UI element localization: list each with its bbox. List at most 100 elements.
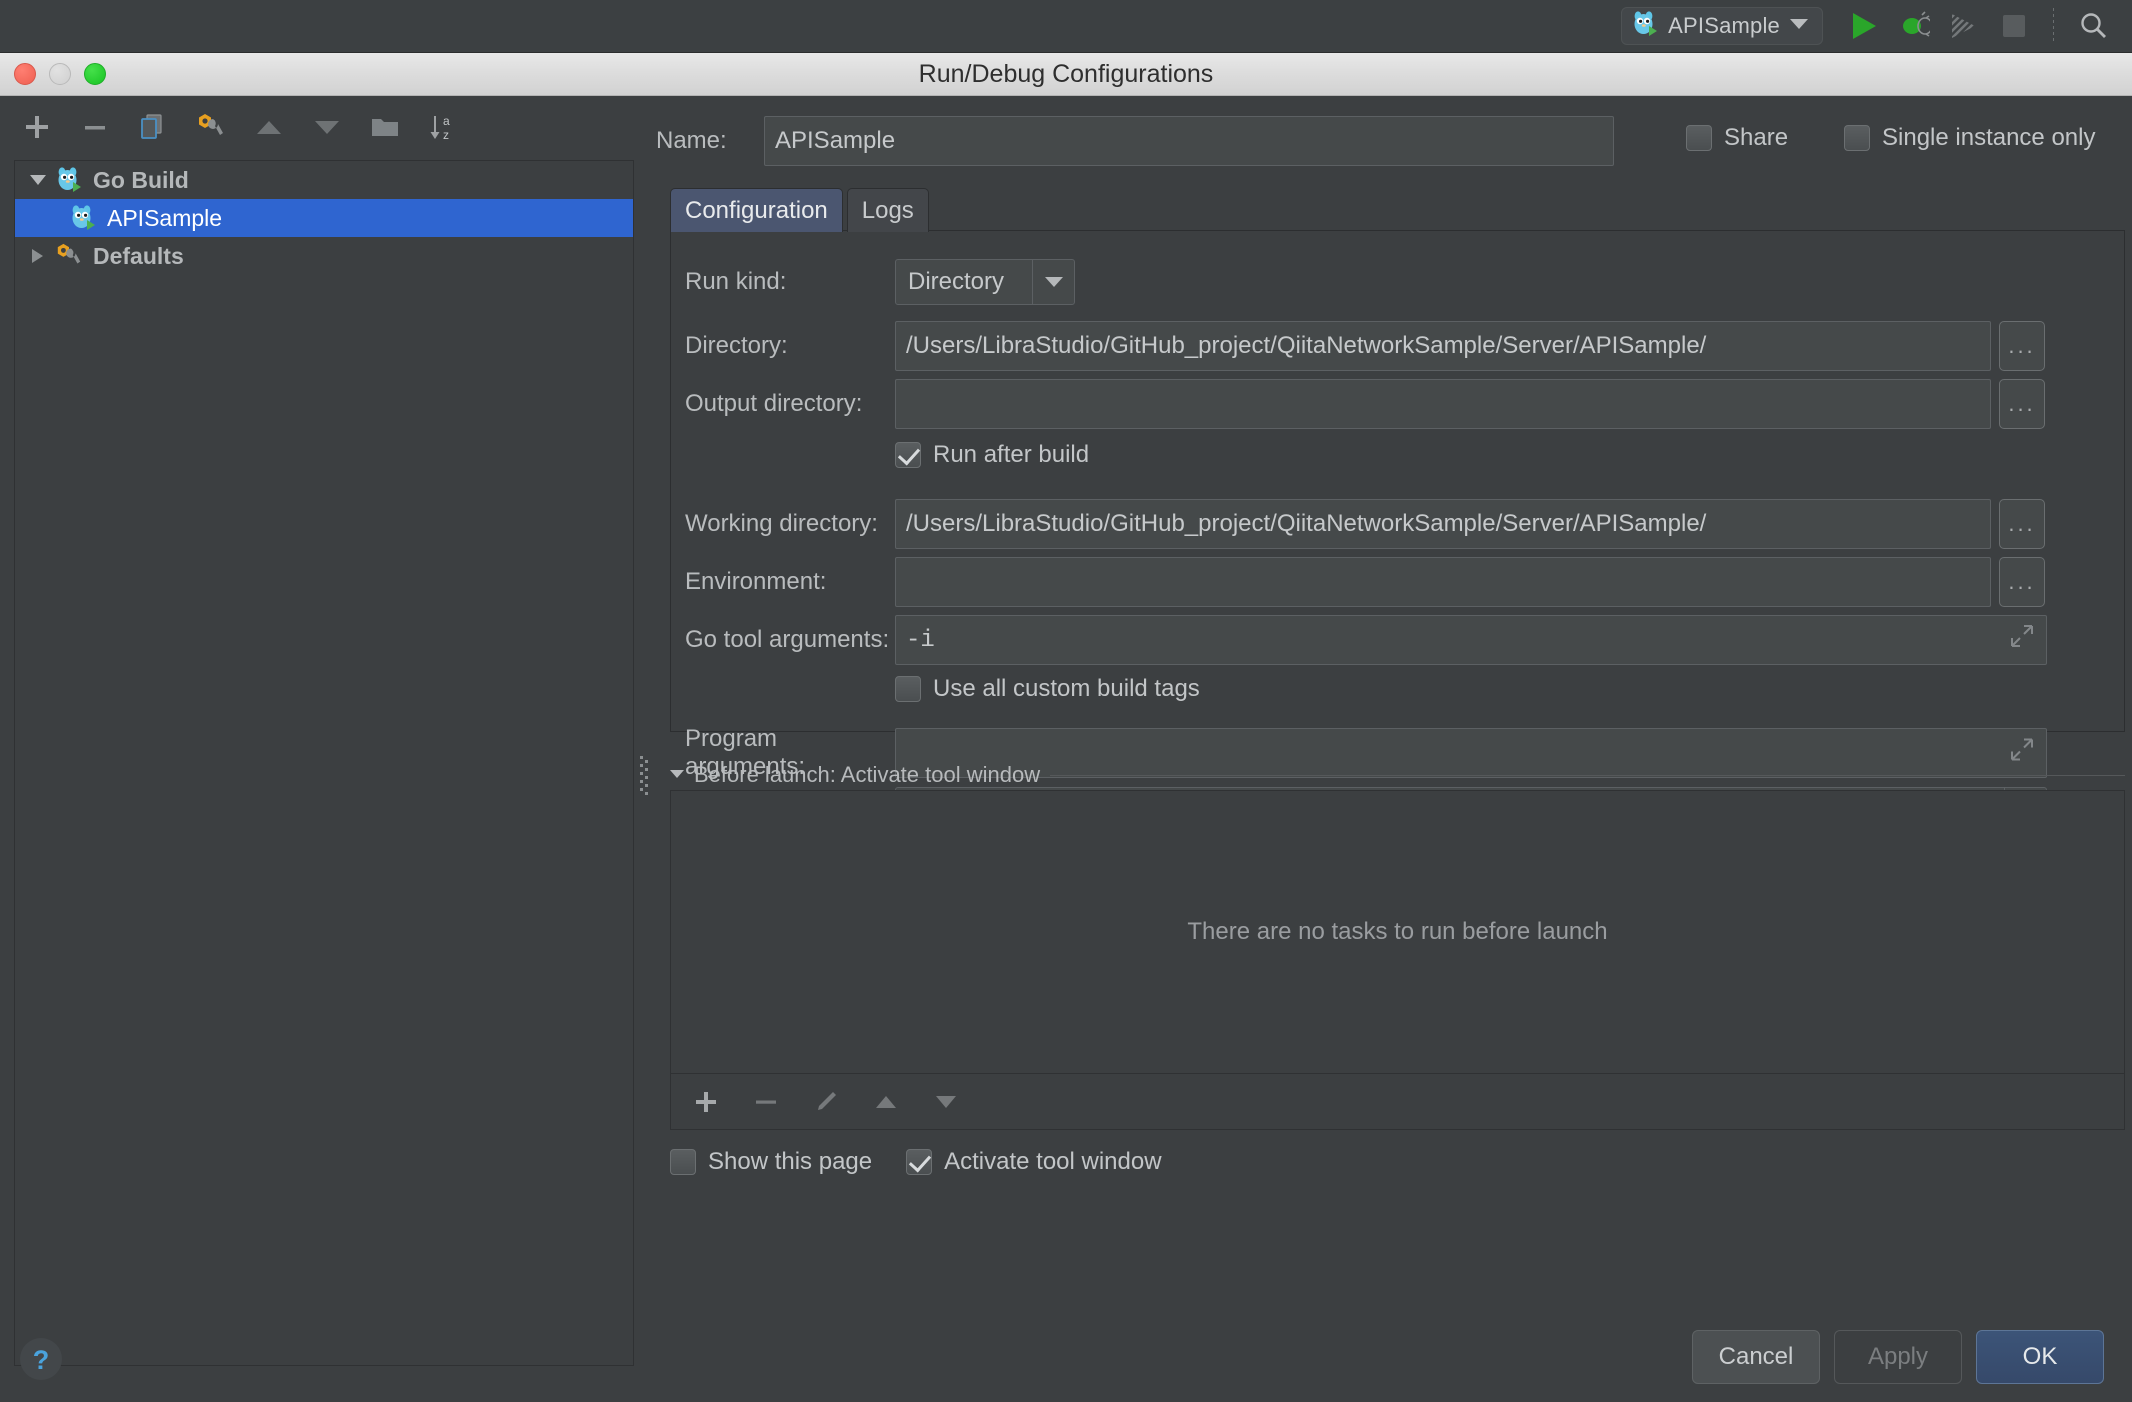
show-this-page-row[interactable]: Show this page [670, 1148, 872, 1176]
sort-configurations-button[interactable]: a z [420, 104, 466, 150]
working-directory-label: Working directory: [685, 510, 895, 538]
output-directory-row: Output directory: ... [685, 379, 2045, 429]
go-tool-arguments-row: Go tool arguments: -i [685, 615, 2047, 665]
working-directory-browse-button[interactable]: ... [1999, 499, 2045, 549]
add-configuration-button[interactable] [14, 104, 60, 150]
configuration-tab-panel: Run kind: Directory Directory: /Users/Li… [670, 230, 2125, 732]
run-button[interactable] [1844, 7, 1884, 45]
go-gopher-icon [53, 165, 85, 195]
before-launch-header: Before launch: Activate tool window [670, 762, 2125, 788]
apply-button[interactable]: Apply [1834, 1330, 1962, 1384]
directory-input[interactable]: /Users/LibraStudio/GitHub_project/QiitaN… [895, 321, 1991, 371]
edit-task-button[interactable] [807, 1083, 845, 1121]
svg-text:z: z [443, 128, 449, 142]
environment-label: Environment: [685, 568, 895, 596]
debug-button[interactable] [1894, 7, 1934, 45]
directory-browse-button[interactable]: ... [1999, 321, 2045, 371]
before-launch-options: Show this page Activate tool window [670, 1148, 1162, 1176]
triangle-down-icon[interactable] [670, 766, 684, 784]
ok-button[interactable]: OK [1976, 1330, 2104, 1384]
output-directory-input[interactable] [895, 379, 1991, 429]
triangle-right-icon[interactable] [23, 248, 53, 264]
run-kind-row: Run kind: Directory [685, 259, 1075, 305]
configuration-editor-panel: Name: APISample Share Single instance on… [656, 96, 2132, 1308]
run-kind-select[interactable]: Directory [895, 259, 1075, 305]
name-input[interactable]: APISample [764, 116, 1614, 166]
panel-splitter[interactable] [637, 96, 651, 1308]
activate-tool-window-row[interactable]: Activate tool window [906, 1148, 1161, 1176]
activate-tool-window-checkbox[interactable] [906, 1149, 932, 1175]
use-all-custom-build-tags-checkbox[interactable] [895, 676, 921, 702]
cancel-button[interactable]: Cancel [1692, 1330, 1820, 1384]
remove-task-button[interactable] [747, 1083, 785, 1121]
dialog-body: a z [0, 96, 2132, 1402]
configurations-tree[interactable]: Go Build APISample [14, 160, 634, 1366]
header-divider [1050, 775, 2125, 776]
share-label: Share [1724, 124, 1788, 152]
run-kind-label: Run kind: [685, 268, 895, 296]
tree-item-label: Go Build [93, 167, 189, 194]
stop-button[interactable] [1994, 7, 2034, 45]
create-folder-button[interactable] [362, 104, 408, 150]
environment-input[interactable] [895, 557, 1991, 607]
remove-configuration-button[interactable] [72, 104, 118, 150]
tree-item-label: Defaults [93, 243, 184, 270]
add-task-button[interactable] [687, 1083, 725, 1121]
directory-label: Directory: [685, 332, 895, 360]
dialog-buttons: Cancel Apply OK [1692, 1330, 2104, 1384]
share-checkbox-row[interactable]: Share [1686, 124, 1788, 152]
working-directory-input[interactable]: /Users/LibraStudio/GitHub_project/QiitaN… [895, 499, 1991, 549]
configurations-toolbar: a z [0, 96, 636, 158]
chevron-down-icon[interactable] [1032, 260, 1074, 304]
edit-defaults-button[interactable] [188, 104, 234, 150]
svg-text:a: a [443, 114, 450, 128]
environment-row: Environment: ... [685, 557, 2045, 607]
environment-browse-button[interactable]: ... [1999, 557, 2045, 607]
tree-item-apisample[interactable]: APISample [15, 199, 633, 237]
use-all-custom-build-tags-row[interactable]: Use all custom build tags [895, 675, 1200, 703]
run-coverage-button[interactable] [1944, 7, 1984, 45]
search-everywhere-button[interactable] [2073, 7, 2113, 45]
directory-row: Directory: /Users/LibraStudio/GitHub_pro… [685, 321, 2045, 371]
triangle-down-icon[interactable] [23, 174, 53, 186]
move-down-button[interactable] [304, 104, 350, 150]
go-tool-arguments-input[interactable]: -i [895, 615, 2047, 665]
before-launch-tasks-list[interactable]: There are no tasks to run before launch [670, 790, 2125, 1074]
toolbar-divider [2053, 8, 2054, 44]
expand-editor-icon[interactable] [2010, 624, 2034, 656]
go-gopher-icon [1632, 10, 1658, 43]
ide-toolbar: APISample [0, 0, 2132, 52]
dialog-footer: ? Cancel Apply OK [0, 1308, 2132, 1402]
move-up-button[interactable] [246, 104, 292, 150]
configurations-panel: a z [0, 96, 636, 1308]
move-task-down-button[interactable] [927, 1083, 965, 1121]
run-configuration-name: APISample [1668, 13, 1780, 39]
name-label: Name: [656, 127, 764, 155]
help-button[interactable]: ? [18, 1336, 64, 1382]
output-directory-browse-button[interactable]: ... [1999, 379, 2045, 429]
single-instance-checkbox-row[interactable]: Single instance only [1844, 124, 2095, 152]
tab-configuration[interactable]: Configuration [670, 188, 843, 232]
show-this-page-checkbox[interactable] [670, 1149, 696, 1175]
move-task-up-button[interactable] [867, 1083, 905, 1121]
show-this-page-label: Show this page [708, 1148, 872, 1176]
copy-configuration-button[interactable] [130, 104, 176, 150]
run-after-build-checkbox[interactable] [895, 442, 921, 468]
use-all-custom-build-tags-label: Use all custom build tags [933, 675, 1200, 703]
empty-state-text: There are no tasks to run before launch [1187, 918, 1607, 946]
tree-item-go-build[interactable]: Go Build [15, 161, 633, 199]
go-tool-arguments-label: Go tool arguments: [685, 626, 895, 654]
share-checkbox[interactable] [1686, 125, 1712, 151]
single-instance-checkbox[interactable] [1844, 125, 1870, 151]
splitter-handle[interactable] [640, 756, 648, 800]
tab-logs[interactable]: Logs [847, 188, 929, 232]
run-configuration-selector[interactable]: APISample [1621, 7, 1823, 45]
single-instance-label: Single instance only [1882, 124, 2095, 152]
go-tool-arguments-value: -i [906, 627, 935, 654]
run-after-build-row[interactable]: Run after build [895, 441, 1089, 469]
before-launch-title: Before launch: Activate tool window [694, 762, 1040, 788]
page-title: Run/Debug Configurations [0, 60, 2132, 89]
run-kind-value: Directory [896, 268, 1032, 296]
tree-item-label: APISample [107, 205, 222, 232]
tree-item-defaults[interactable]: Defaults [15, 237, 633, 275]
